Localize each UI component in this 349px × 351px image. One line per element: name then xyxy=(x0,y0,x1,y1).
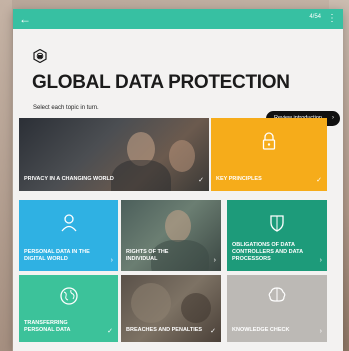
top-bar: ← 4/54 ⋮ xyxy=(13,9,343,29)
tile-label: BREACHES AND PENALTIES xyxy=(126,327,203,333)
tile-label: PERSONAL DATA IN THE DIGITAL WORLD xyxy=(24,249,90,262)
topic-tile-rights[interactable]: RIGHTS OF THE INDIVIDUAL › xyxy=(121,200,221,271)
topic-tile-obligations[interactable]: OBLIGATIONS OF DATA CONTROLLERS AND DATA… xyxy=(227,200,327,271)
instruction-text: Select each topic in turn. xyxy=(33,105,99,111)
topic-tile-transferring[interactable]: TRANSFERRING PERSONAL DATA ✓ xyxy=(19,275,118,342)
shield-icon xyxy=(270,215,284,232)
topic-tile-personal-data[interactable]: PERSONAL DATA IN THE DIGITAL WORLD › xyxy=(19,200,118,271)
tile-label: KNOWLEDGE CHECK xyxy=(232,327,290,333)
tile-label: RIGHTS OF THE INDIVIDUAL xyxy=(126,249,169,262)
page-title: GLOBAL DATA PROTECTION xyxy=(32,72,290,93)
topic-tile-key-principles[interactable]: KEY PRINCIPLES ✓ xyxy=(211,118,327,191)
brain-icon xyxy=(268,287,286,302)
tile-label: KEY PRINCIPLES xyxy=(216,176,262,182)
menu-icon[interactable]: ⋮ xyxy=(326,12,338,26)
photo-figure xyxy=(169,140,195,172)
checkmark-icon: ✓ xyxy=(198,177,204,184)
topic-tile-privacy[interactable]: PRIVACY IN A CHANGING WORLD ✓ xyxy=(19,118,209,191)
tile-label: TRANSFERRING PERSONAL DATA xyxy=(24,320,71,333)
page-counter: 4/54 xyxy=(309,14,321,20)
chevron-right-icon: › xyxy=(110,257,113,264)
tile-label: OBLIGATIONS OF DATA CONTROLLERS AND DATA… xyxy=(232,242,303,262)
photo-figure xyxy=(181,293,211,323)
topic-tile-breaches[interactable]: BREACHES AND PENALTIES ✓ xyxy=(121,275,221,342)
back-arrow-icon[interactable]: ← xyxy=(19,12,33,26)
chevron-right-icon: › xyxy=(319,257,322,264)
photo-figure xyxy=(165,210,191,242)
topic-tile-knowledge-check[interactable]: KNOWLEDGE CHECK › xyxy=(227,275,327,342)
course-logo-icon xyxy=(33,49,47,63)
checkmark-icon: ✓ xyxy=(210,328,216,335)
checkmark-icon: ✓ xyxy=(316,177,322,184)
chevron-right-icon: › xyxy=(319,328,322,335)
tile-label: PRIVACY IN A CHANGING WORLD xyxy=(24,176,114,182)
checkmark-icon: ✓ xyxy=(107,328,113,335)
chevron-right-icon: › xyxy=(332,115,334,121)
globe-icon xyxy=(59,287,78,305)
photo-figure xyxy=(131,283,171,323)
person-icon xyxy=(60,214,77,232)
chevron-right-icon: › xyxy=(213,257,216,264)
background-left xyxy=(0,0,12,351)
padlock-icon xyxy=(262,132,276,150)
